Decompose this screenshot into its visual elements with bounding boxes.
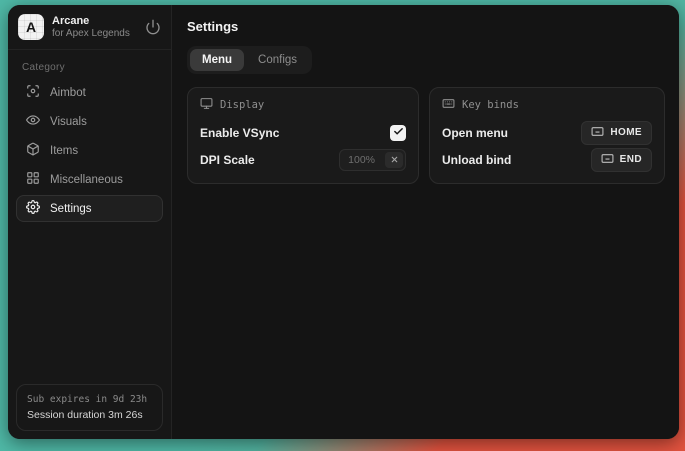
grid-icon [26, 171, 40, 188]
vsync-label: Enable VSync [200, 126, 279, 140]
sidebar-item-miscellaneous[interactable]: Miscellaneous [16, 166, 163, 193]
dpi-scale-value: 100% [340, 152, 383, 168]
page-title: Settings [187, 19, 665, 34]
sidebar-item-label: Visuals [50, 116, 87, 128]
tab-menu[interactable]: Menu [190, 49, 244, 71]
crosshair-icon [26, 84, 40, 101]
sidebar-item-label: Aimbot [50, 87, 86, 99]
sidebar-item-items[interactable]: Items [16, 137, 163, 164]
keybinds-card: Key binds Open menu HOME Unload bin [429, 87, 665, 184]
power-icon[interactable] [145, 19, 161, 35]
sidebar-header: A Arcane for Apex Legends [8, 5, 171, 50]
open-menu-bind-button[interactable]: HOME [581, 121, 652, 145]
dpi-row: DPI Scale 100% [200, 146, 406, 173]
dpi-label: DPI Scale [200, 153, 255, 167]
monitor-icon [200, 97, 213, 113]
sidebar: A Arcane for Apex Legends Category [8, 5, 172, 439]
sidebar-item-label: Items [50, 145, 78, 157]
unload-bind-button[interactable]: END [591, 148, 652, 172]
open-menu-row: Open menu HOME [442, 119, 652, 146]
keyboard-icon [442, 97, 455, 113]
keybinds-card-header: Key binds [442, 97, 652, 113]
unload-bind-key: END [620, 154, 642, 165]
keyboard-icon [601, 152, 614, 168]
keyboard-icon [591, 125, 604, 141]
app-logo: A [18, 14, 44, 40]
dpi-scale-input[interactable]: 100% [339, 149, 406, 171]
open-menu-key: HOME [610, 127, 642, 138]
keybinds-card-title: Key binds [462, 99, 519, 111]
gear-icon [26, 200, 40, 217]
subscription-status-box: Sub expires in 9d 23h Session duration 3… [16, 384, 163, 431]
category-label: Category [8, 50, 171, 79]
brand-block: Arcane for Apex Legends [52, 15, 137, 40]
settings-cards: Display Enable VSync DPI Scale [187, 87, 665, 184]
eye-icon [26, 113, 40, 130]
cube-icon [26, 142, 40, 159]
tab-configs[interactable]: Configs [246, 49, 309, 71]
settings-tab-group: Menu Configs [187, 46, 312, 74]
dpi-clear-button[interactable] [385, 152, 403, 168]
open-menu-label: Open menu [442, 126, 508, 140]
vsync-row: Enable VSync [200, 119, 406, 146]
unload-bind-row: Unload bind END [442, 146, 652, 173]
session-duration-text: Session duration 3m 26s [27, 409, 152, 421]
close-icon [390, 152, 399, 167]
display-card-header: Display [200, 97, 406, 113]
sidebar-item-aimbot[interactable]: Aimbot [16, 79, 163, 106]
sub-expires-text: Sub expires in 9d 23h [27, 394, 152, 405]
app-window: A Arcane for Apex Legends Category [8, 5, 679, 439]
display-card: Display Enable VSync DPI Scale [187, 87, 419, 184]
sidebar-item-visuals[interactable]: Visuals [16, 108, 163, 135]
sidebar-item-label: Settings [50, 203, 92, 215]
sidebar-item-label: Miscellaneous [50, 174, 123, 186]
sidebar-item-settings[interactable]: Settings [16, 195, 163, 222]
check-icon [393, 124, 404, 142]
brand-subtitle: for Apex Legends [52, 28, 137, 40]
brand-name: Arcane [52, 15, 137, 28]
unload-bind-label: Unload bind [442, 153, 511, 167]
sidebar-nav: Aimbot Visuals Items [8, 79, 171, 222]
vsync-checkbox[interactable] [390, 125, 406, 141]
display-card-title: Display [220, 99, 264, 111]
main-content: Settings Menu Configs Display [172, 5, 679, 439]
